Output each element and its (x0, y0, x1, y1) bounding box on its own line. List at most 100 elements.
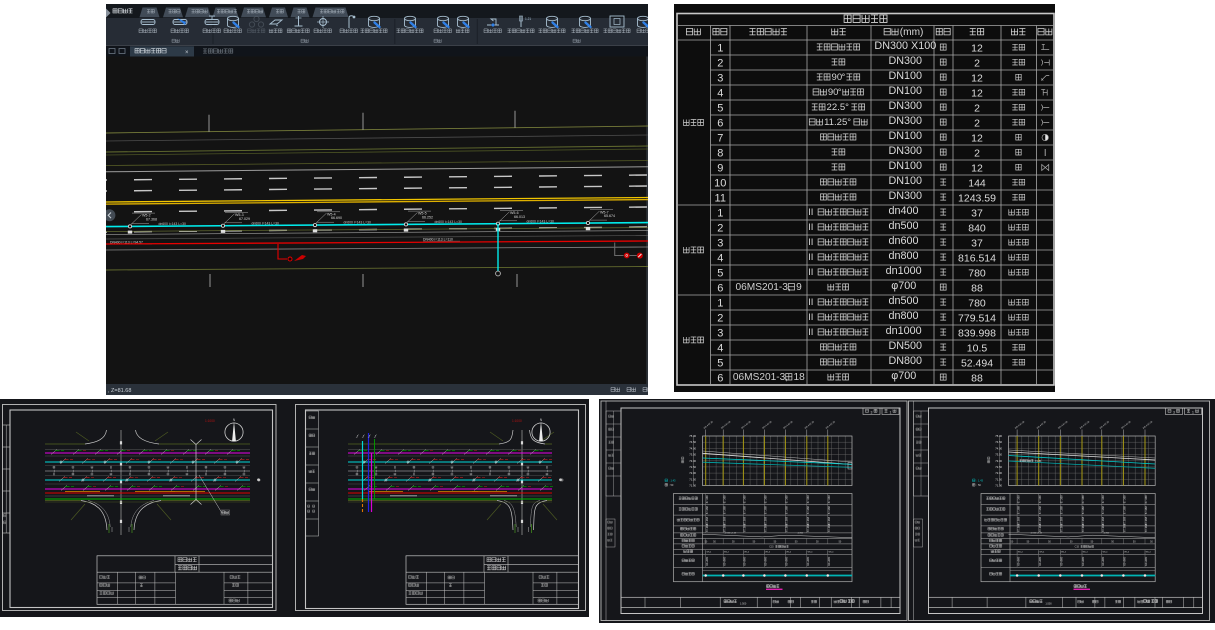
svg-text:6: 6 (717, 283, 723, 295)
svg-text:1.21: 1.21 (525, 17, 531, 21)
svg-text:II: II (808, 222, 813, 233)
svg-text:67.368: 67.368 (1060, 516, 1064, 524)
svg-text:73.00: 73.00 (995, 459, 1002, 463)
svg-text:67.368: 67.368 (722, 523, 726, 531)
svg-text:K0+980: K0+980 (1016, 556, 1020, 566)
svg-text:67.368: 67.368 (827, 523, 831, 531)
svg-text:18: 18 (794, 372, 806, 383)
svg-text:67.368: 67.368 (1123, 523, 1127, 531)
svg-text:1:500: 1:500 (1045, 602, 1052, 605)
svg-text:dn600 i=143 L=30: dn600 i=143 L=30 (159, 222, 186, 226)
svg-text:67.368: 67.368 (1038, 516, 1042, 524)
svg-text:1: 1 (1192, 410, 1194, 414)
svg-text:dn1000: dn1000 (886, 265, 922, 277)
svg-text:6: 6 (717, 373, 723, 385)
svg-text:06MS201-3,: 06MS201-3, (736, 282, 791, 293)
svg-text:8: 8 (717, 148, 723, 160)
svg-text:: 50: : 50 (977, 483, 982, 487)
svg-text:dn800: dn800 (1104, 533, 1110, 535)
svg-text:12: 12 (971, 73, 983, 85)
svg-text:dn800: dn800 (798, 533, 804, 535)
svg-text:dn600: dn600 (888, 235, 918, 247)
svg-text:K0+980: K0+980 (1081, 556, 1085, 566)
svg-text:II: II (808, 252, 813, 263)
svg-text:67.368: 67.368 (743, 495, 747, 503)
svg-text:1243.59: 1243.59 (958, 193, 996, 205)
svg-text:9: 9 (717, 163, 723, 175)
svg-text:dn500: dn500 (888, 295, 918, 307)
svg-text:1: 1 (717, 208, 723, 220)
svg-text:3: 3 (717, 328, 723, 340)
svg-text:67.368: 67.368 (1016, 495, 1020, 503)
svg-text:1: 1 (717, 298, 723, 310)
svg-text:66.013: 66.013 (514, 215, 525, 219)
svg-text:72.00: 72.00 (689, 471, 696, 475)
svg-text:dn600 i=143 L=30: dn600 i=143 L=30 (527, 219, 554, 223)
svg-text:67.368: 67.368 (1144, 523, 1148, 531)
svg-text:839.998: 839.998 (958, 328, 996, 340)
svg-text:K0+980: K0+980 (722, 556, 726, 566)
svg-text:dn1000: dn1000 (886, 325, 922, 337)
svg-text:4: 4 (717, 88, 723, 100)
svg-text:II: II (808, 312, 813, 323)
svg-text:II: II (808, 327, 813, 338)
svg-text:840: 840 (968, 223, 986, 235)
svg-text:67.368: 67.368 (1038, 506, 1042, 514)
svg-text:K0+980: K0+980 (1101, 556, 1105, 566)
svg-text:144: 144 (968, 178, 986, 190)
svg-text:DN300: DN300 (888, 115, 922, 127)
svg-text:12: 12 (971, 163, 983, 175)
svg-text:67.368: 67.368 (705, 516, 709, 524)
svg-text:66.690: 66.690 (331, 216, 342, 220)
svg-text:3: 3 (717, 238, 723, 250)
svg-text:DN300: DN300 (888, 145, 922, 157)
svg-text:67.368: 67.368 (1101, 495, 1105, 503)
svg-text:DN100: DN100 (888, 160, 922, 172)
svg-text:67.368: 67.368 (1123, 516, 1127, 524)
svg-text:67.368: 67.368 (764, 523, 768, 531)
svg-text:73.00: 73.00 (689, 459, 696, 463)
svg-text:1:1000: 1:1000 (205, 419, 215, 423)
svg-text:66.252: 66.252 (422, 215, 433, 219)
svg-text:DN300: DN300 (888, 55, 922, 67)
svg-text:C15: C15 (769, 546, 774, 549)
svg-text:67.368: 67.368 (1144, 516, 1148, 524)
svg-text:dn600 i=143 L=30: dn600 i=143 L=30 (344, 221, 371, 225)
svg-text:67.368: 67.368 (1101, 506, 1105, 514)
svg-text:2: 2 (974, 118, 980, 130)
svg-text:°: ° (838, 87, 842, 98)
svg-text:φ700: φ700 (891, 280, 916, 292)
svg-text:: 50: : 50 (669, 483, 674, 487)
svg-text:II: II (808, 297, 813, 308)
svg-text:2: 2 (717, 313, 723, 325)
svg-text:72.00: 72.00 (995, 471, 1002, 475)
svg-text:67.368: 67.368 (827, 516, 831, 524)
svg-text:67.368: 67.368 (1060, 506, 1064, 514)
svg-text:K0+980: K0+980 (743, 556, 747, 566)
svg-text:9: 9 (796, 282, 802, 293)
svg-text:DN400 i=113 L=110: DN400 i=113 L=110 (423, 237, 453, 241)
svg-text:74.50: 74.50 (995, 440, 1002, 444)
svg-text:K0+980: K0+980 (1123, 556, 1127, 566)
svg-text:67.368: 67.368 (806, 506, 810, 514)
svg-text:K0+980: K0+980 (1038, 556, 1042, 566)
svg-text:65.674: 65.674 (604, 214, 615, 218)
svg-text:67.368: 67.368 (785, 516, 789, 524)
svg-text:5: 5 (717, 103, 723, 115)
svg-text:73.50: 73.50 (689, 453, 696, 457)
svg-text:DN100: DN100 (888, 175, 922, 187)
svg-text:dn500: dn500 (888, 220, 918, 232)
svg-text:dn600 i=143 L=30: dn600 i=143 L=30 (252, 221, 279, 225)
svg-text:74.00: 74.00 (689, 446, 696, 450)
svg-text:67.368: 67.368 (764, 516, 768, 524)
svg-text:K0+980: K0+980 (1060, 556, 1064, 566)
svg-text:4: 4 (717, 253, 723, 265)
svg-text:dn400: dn400 (888, 205, 918, 217)
svg-text:: 1.43: : 1.43 (669, 479, 676, 483)
svg-text:K0+980: K0+980 (827, 556, 831, 566)
svg-text:67.368: 67.368 (743, 506, 747, 514)
svg-text:dn600 i=143 L=30: dn600 i=143 L=30 (435, 220, 462, 224)
svg-text:67.368: 67.368 (705, 495, 709, 503)
svg-text:67.368: 67.368 (1016, 516, 1020, 524)
svg-text:dn500 i=1.43: dn500 i=1.43 (725, 533, 738, 535)
